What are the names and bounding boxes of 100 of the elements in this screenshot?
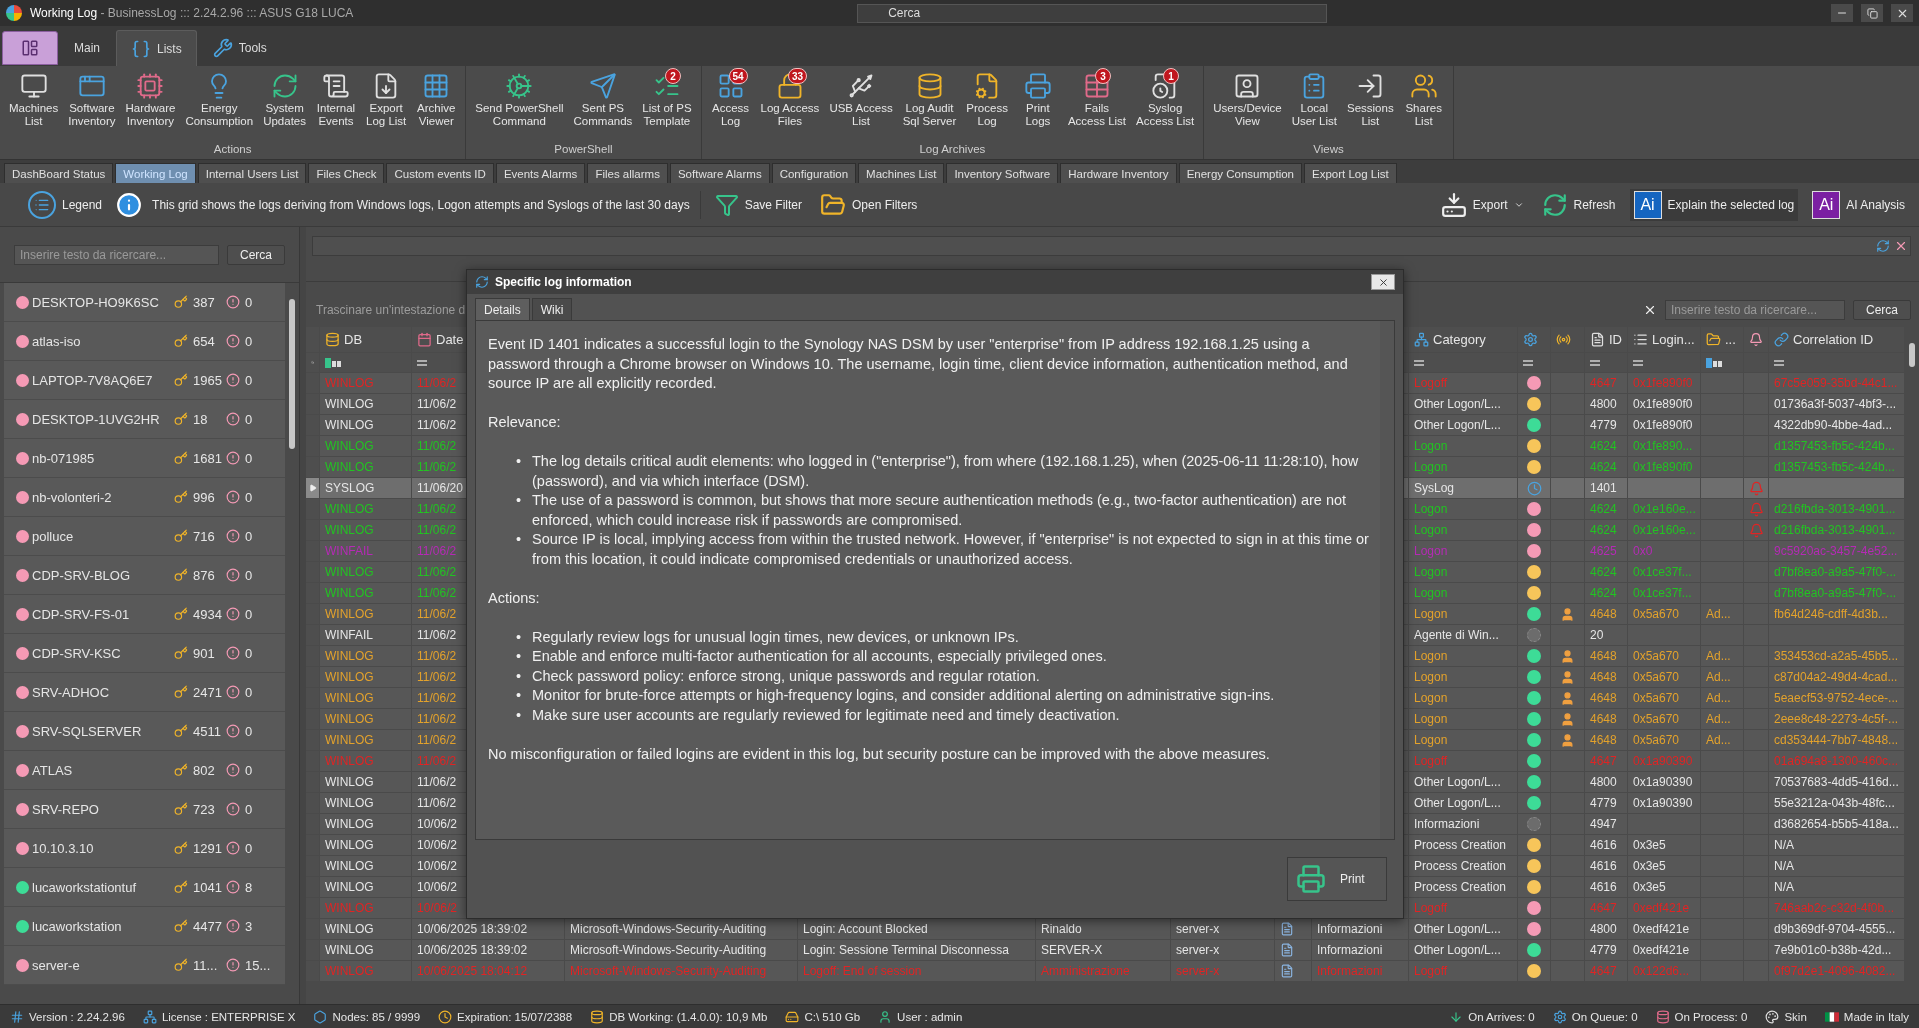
table-cell: 10/06/2 xyxy=(417,817,458,831)
bullet-marker: • xyxy=(516,705,523,725)
table-cell: Other Logon/L... xyxy=(1414,418,1501,432)
count-badge: 2 xyxy=(664,68,681,84)
table-cell: 0x5a670 xyxy=(1633,649,1680,663)
table-cell: 4616 xyxy=(1590,859,1617,873)
table-cell: WINFAIL xyxy=(325,628,373,642)
table-cell: 4647 xyxy=(1590,754,1617,768)
table-cell: 11/06/2 xyxy=(417,397,457,411)
table-cell: Logoff xyxy=(1414,964,1448,978)
table-cell: 10/06/2 xyxy=(417,859,458,873)
count-badge: 1 xyxy=(1163,68,1180,84)
table-cell: 7e9b01c0-b38b-42d... xyxy=(1774,943,1892,957)
table-cell: 10/06/2025 18:39:02 xyxy=(417,943,528,957)
machine-name: lucaworkstationtuf xyxy=(32,879,138,895)
alert-count: 0 xyxy=(244,801,254,817)
table-cell: 0x5a670 xyxy=(1633,691,1680,705)
table-cell: Logon xyxy=(1414,565,1448,579)
table-cell: 0x1a90390 xyxy=(1633,775,1693,789)
paragraph: Relevance: xyxy=(488,413,562,432)
table-cell: Logon xyxy=(1414,670,1448,684)
login-count: 387 xyxy=(192,294,216,310)
table-cell: Other Logon/L... xyxy=(1414,943,1501,957)
table-cell: 5eaecf53-9752-4ece-... xyxy=(1774,691,1899,705)
table-cell: 353453cd-a2a5-45b5... xyxy=(1774,649,1899,663)
table-cell: WINLOG xyxy=(325,733,374,747)
table-cell: 0x3e5 xyxy=(1633,859,1666,873)
table-cell: 0xedf421e xyxy=(1633,901,1690,915)
table-cell: N/A xyxy=(1774,838,1794,852)
table-cell: 1401 xyxy=(1590,481,1617,495)
table-cell: WINLOG xyxy=(325,754,374,768)
alert-count: 0 xyxy=(244,723,254,739)
info-text: This grid shows the logs deriving from Windows logs, Logon attempts and Syslogs of the last 30 days xyxy=(152,197,690,212)
table-cell: 11/06/2 xyxy=(417,439,457,453)
table-cell: Logon xyxy=(1414,649,1448,663)
table-cell: 11/06/2 xyxy=(417,565,457,579)
table-cell: Logon xyxy=(1414,439,1448,453)
table-cell: Logon xyxy=(1414,712,1448,726)
machine-name: nb-071985 xyxy=(32,450,96,466)
table-cell: WINFAIL xyxy=(325,544,373,558)
table-cell: 0x1e160e... xyxy=(1633,523,1696,537)
alert-count: 0 xyxy=(244,333,254,349)
table-cell: 4322db90-4bbe-4ad... xyxy=(1774,418,1893,432)
bullet-marker: • xyxy=(516,530,523,549)
alert-count: 0 xyxy=(244,840,254,856)
table-cell: 11/06/2 xyxy=(417,712,457,726)
table-cell: 9c5920ac-3457-4e52... xyxy=(1774,544,1898,558)
table-cell: Logon xyxy=(1414,691,1448,705)
table-cell: WINLOG xyxy=(325,376,374,390)
table-cell: Other Logon/L... xyxy=(1414,397,1501,411)
machine-name: LAPTOP-7V8AQ6E7 xyxy=(32,372,154,388)
table-cell: d1357453-fb5c-424b... xyxy=(1774,460,1895,474)
table-cell: 11/06/2 xyxy=(417,775,457,789)
table-cell: 4800 xyxy=(1590,775,1617,789)
table-cell: 4779 xyxy=(1590,943,1617,957)
table-cell: 0x5a670 xyxy=(1633,670,1680,684)
table-cell: Logoff xyxy=(1414,754,1448,768)
table-cell: 746aab2c-c32d-4f0b... xyxy=(1774,901,1895,915)
bullet-item: Make sure user accounts are regularly reviewed for legitimate need and timely deactivation. xyxy=(532,705,1120,725)
table-cell: 4625 xyxy=(1590,544,1617,558)
table-cell: 4616 xyxy=(1590,838,1617,852)
table-cell: 4648 xyxy=(1590,670,1617,684)
table-cell: WINLOG xyxy=(325,397,374,411)
table-cell: Microsoft-Windows-Security-Auditing xyxy=(570,964,767,978)
table-cell: Logon xyxy=(1414,544,1448,558)
table-cell: 4624 xyxy=(1590,586,1617,600)
table-cell: Process Creation xyxy=(1414,859,1507,873)
table-cell: 11/06/2 xyxy=(417,733,457,747)
machine-name: CDP-SRV-KSC xyxy=(32,645,122,661)
table-cell: 10/06/2 xyxy=(417,838,458,852)
table-cell: 11/06/2 xyxy=(417,586,457,600)
table-cell: 0x1e160e... xyxy=(1633,502,1696,516)
table-cell: Logon xyxy=(1414,586,1448,600)
table-cell: Other Logon/L... xyxy=(1414,796,1501,810)
table-cell: 0x1fe890... xyxy=(1633,439,1693,453)
table-cell: 4648 xyxy=(1590,649,1617,663)
table-cell: Logon xyxy=(1414,460,1448,474)
login-count: 1291 xyxy=(192,840,223,856)
table-cell: 0x1a90390 xyxy=(1633,796,1693,810)
table-cell: 01a694a8-1300-460c... xyxy=(1774,754,1899,768)
bullet-marker: • xyxy=(516,666,523,686)
table-cell: 4648 xyxy=(1590,607,1617,621)
table-cell: Other Logon/L... xyxy=(1414,922,1501,936)
machine-name: CDP-SRV-BLOG xyxy=(32,567,131,583)
table-cell: 4779 xyxy=(1590,796,1617,810)
table-cell: Informazioni xyxy=(1317,964,1383,978)
status-text: Version : 2.24.2.96 xyxy=(29,1010,125,1023)
login-count: 1681 xyxy=(192,450,223,466)
table-cell: 11/06/2 xyxy=(417,796,457,810)
alert-count: 0 xyxy=(244,411,254,427)
table-cell: 0x1fe890f0 xyxy=(1633,397,1693,411)
table-cell: 0x1ce37f... xyxy=(1633,586,1692,600)
alert-count: 0 xyxy=(244,645,254,661)
table-cell: 4800 xyxy=(1590,397,1617,411)
table-cell: fb64d246-cdff-4d3b... xyxy=(1774,607,1888,621)
bullet-marker: • xyxy=(516,491,523,510)
table-cell: server-x xyxy=(1176,943,1220,957)
table-cell: N/A xyxy=(1774,859,1794,873)
machine-name: SRV-ADHOC xyxy=(32,684,111,700)
group-hint: Trascinare un'intestazione d xyxy=(316,302,466,317)
